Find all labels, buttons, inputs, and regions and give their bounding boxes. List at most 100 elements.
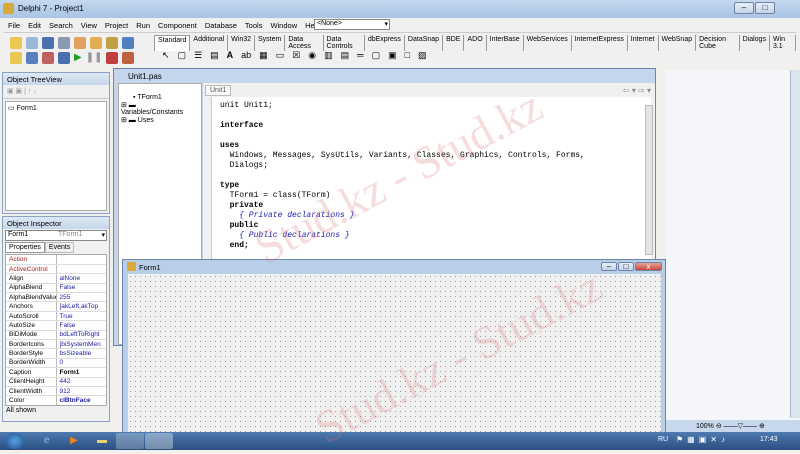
add-file-icon[interactable] — [90, 37, 102, 49]
edit-icon[interactable]: ab — [241, 50, 251, 61]
actionlist-icon[interactable]: ▨ — [418, 50, 427, 61]
menu-component[interactable]: Component — [154, 18, 201, 32]
maximize-button[interactable]: □ — [755, 2, 775, 14]
menu-window[interactable]: Window — [266, 18, 301, 32]
explorer-item[interactable]: ▪ TForm1 — [121, 94, 199, 101]
property-row[interactable]: Caption Form1 — [6, 367, 106, 378]
property-value[interactable]: 442 — [56, 377, 106, 387]
tray-icons[interactable]: ⚑▦▣✕♪ — [676, 435, 729, 444]
new-icon[interactable] — [10, 37, 22, 49]
property-row[interactable]: Align alNone — [6, 273, 106, 284]
menu-view[interactable]: View — [77, 18, 101, 32]
trace-into-icon[interactable] — [106, 52, 119, 64]
tab-events[interactable]: Events — [44, 242, 75, 253]
tree-item-form1[interactable]: ▭ Form1 — [8, 104, 104, 112]
pointer-icon[interactable]: ↖ — [162, 50, 170, 61]
form-maximize-button[interactable]: □ — [618, 262, 634, 271]
property-value[interactable] — [56, 264, 106, 275]
menu-search[interactable]: Search — [45, 18, 77, 32]
form-close-button[interactable]: x — [635, 262, 662, 271]
palette-tab-bde[interactable]: BDE — [443, 35, 465, 51]
palette-tab-internet[interactable]: Internet — [628, 35, 659, 51]
palette-tab-interbase[interactable]: InterBase — [487, 35, 524, 51]
palette-tab-dialogs[interactable]: Dialogs — [740, 35, 770, 51]
minimize-button[interactable]: – — [734, 2, 754, 14]
palette-tab-decision-cube[interactable]: Decision Cube — [696, 35, 740, 51]
menu-project[interactable]: Project — [101, 18, 132, 32]
language-indicator[interactable]: RU — [658, 436, 668, 443]
palette-tab-ado[interactable]: ADO — [464, 35, 487, 51]
property-row[interactable]: BorderStyle bsSizeable — [6, 348, 106, 359]
media-player-icon[interactable]: ▶ — [70, 435, 78, 446]
property-row[interactable]: ActiveControl — [6, 264, 106, 275]
start-button[interactable] — [6, 433, 24, 449]
property-value[interactable]: Form1 — [56, 367, 106, 378]
radiogroup-icon[interactable]: ▣ — [388, 50, 397, 61]
palette-tab-win-3-1[interactable]: Win 3.1 — [770, 35, 796, 51]
property-row[interactable]: AlphaBlendValue 255 — [6, 292, 106, 303]
palette-tab-webservices[interactable]: WebServices — [524, 35, 572, 51]
property-row[interactable]: BiDiMode bdLeftToRight — [6, 330, 106, 341]
property-row[interactable]: ClientWidth 912 — [6, 386, 106, 397]
property-value[interactable]: 255 — [56, 292, 106, 303]
property-row[interactable]: Color clBtnFace — [6, 395, 106, 405]
combobox-icon[interactable]: ▤ — [341, 50, 350, 61]
view-unit-icon[interactable] — [10, 52, 22, 64]
nav-arrows-icon[interactable]: ⇦ ▾ ⇨ ▾ — [623, 86, 651, 95]
menu-run[interactable]: Run — [132, 18, 154, 32]
property-value[interactable]: clBtnFace — [56, 395, 106, 405]
open-icon[interactable] — [26, 37, 38, 49]
run-icon[interactable]: ▶ — [74, 52, 82, 64]
document-scrollbar[interactable] — [790, 70, 800, 418]
palette-tab-internetexpress[interactable]: InternetExpress — [572, 35, 628, 51]
palette-tab-datasnap[interactable]: DataSnap — [405, 35, 444, 51]
property-row[interactable]: Action — [6, 255, 106, 265]
component-select[interactable]: <None> ▾ — [314, 19, 390, 30]
step-over-icon[interactable] — [122, 52, 135, 64]
menu-file[interactable]: File — [4, 18, 24, 32]
property-value[interactable]: bsSizeable — [56, 348, 106, 359]
property-value[interactable]: True — [56, 311, 106, 322]
form-minimize-button[interactable]: – — [601, 262, 617, 271]
property-row[interactable]: BorderWidth 0 — [6, 358, 106, 369]
property-value[interactable]: [biSystemMen — [56, 339, 106, 350]
explorer-item[interactable]: ⊞ ▬ Variables/Constants — [121, 101, 199, 116]
memo-icon[interactable]: ▦ — [259, 50, 268, 61]
open-project-icon[interactable] — [74, 37, 86, 49]
frames-icon[interactable]: ▢ — [178, 50, 187, 61]
property-value[interactable]: alNone — [56, 273, 106, 284]
palette-tab-win32[interactable]: Win32 — [228, 35, 256, 51]
new-form-icon[interactable] — [58, 52, 70, 64]
menu-database[interactable]: Database — [201, 18, 241, 32]
save-icon[interactable] — [42, 37, 54, 49]
property-value[interactable] — [56, 255, 106, 265]
property-row[interactable]: BorderIcons [biSystemMen — [6, 339, 106, 350]
label-icon[interactable]: A — [227, 50, 234, 61]
property-row[interactable]: AlphaBlend False — [6, 283, 106, 294]
palette-tab-data-controls[interactable]: Data Controls — [324, 35, 365, 51]
menu-edit[interactable]: Edit — [24, 18, 45, 32]
mainmenu-icon[interactable]: ☰ — [194, 50, 202, 61]
property-row[interactable]: ClientHeight 442 — [6, 377, 106, 387]
explorer-item[interactable]: ⊞ ▬ Uses — [121, 116, 199, 124]
object-select[interactable]: Form1 TForm1 ▾ — [5, 230, 107, 241]
form-design-grid[interactable] — [128, 274, 661, 432]
pause-icon[interactable]: ❚❚ — [86, 52, 103, 64]
explorer-icon[interactable]: ▬ — [97, 435, 107, 446]
palette-tab-websnap[interactable]: WebSnap — [659, 35, 697, 51]
palette-tab-system[interactable]: System — [255, 35, 286, 51]
button-icon[interactable]: ▭ — [276, 50, 285, 61]
listbox-icon[interactable]: ▥ — [324, 50, 333, 61]
property-value[interactable]: False — [56, 283, 106, 294]
remove-file-icon[interactable] — [106, 37, 118, 49]
tab-unit1[interactable]: Unit1 — [205, 85, 232, 96]
property-value[interactable]: [akLeft,akTop — [56, 301, 106, 312]
ie-icon[interactable]: e — [44, 435, 50, 446]
source-code[interactable]: unit Unit1; interface uses Windows, Mess… — [220, 101, 585, 251]
save-all-icon[interactable] — [58, 37, 70, 49]
property-row[interactable]: AutoSize False — [6, 320, 106, 331]
form1-window[interactable]: Form1 – □ x — [122, 259, 666, 433]
radiobutton-icon[interactable]: ◉ — [308, 50, 316, 61]
property-value[interactable]: bdLeftToRight — [56, 330, 106, 341]
menu-tools[interactable]: Tools — [241, 18, 267, 32]
